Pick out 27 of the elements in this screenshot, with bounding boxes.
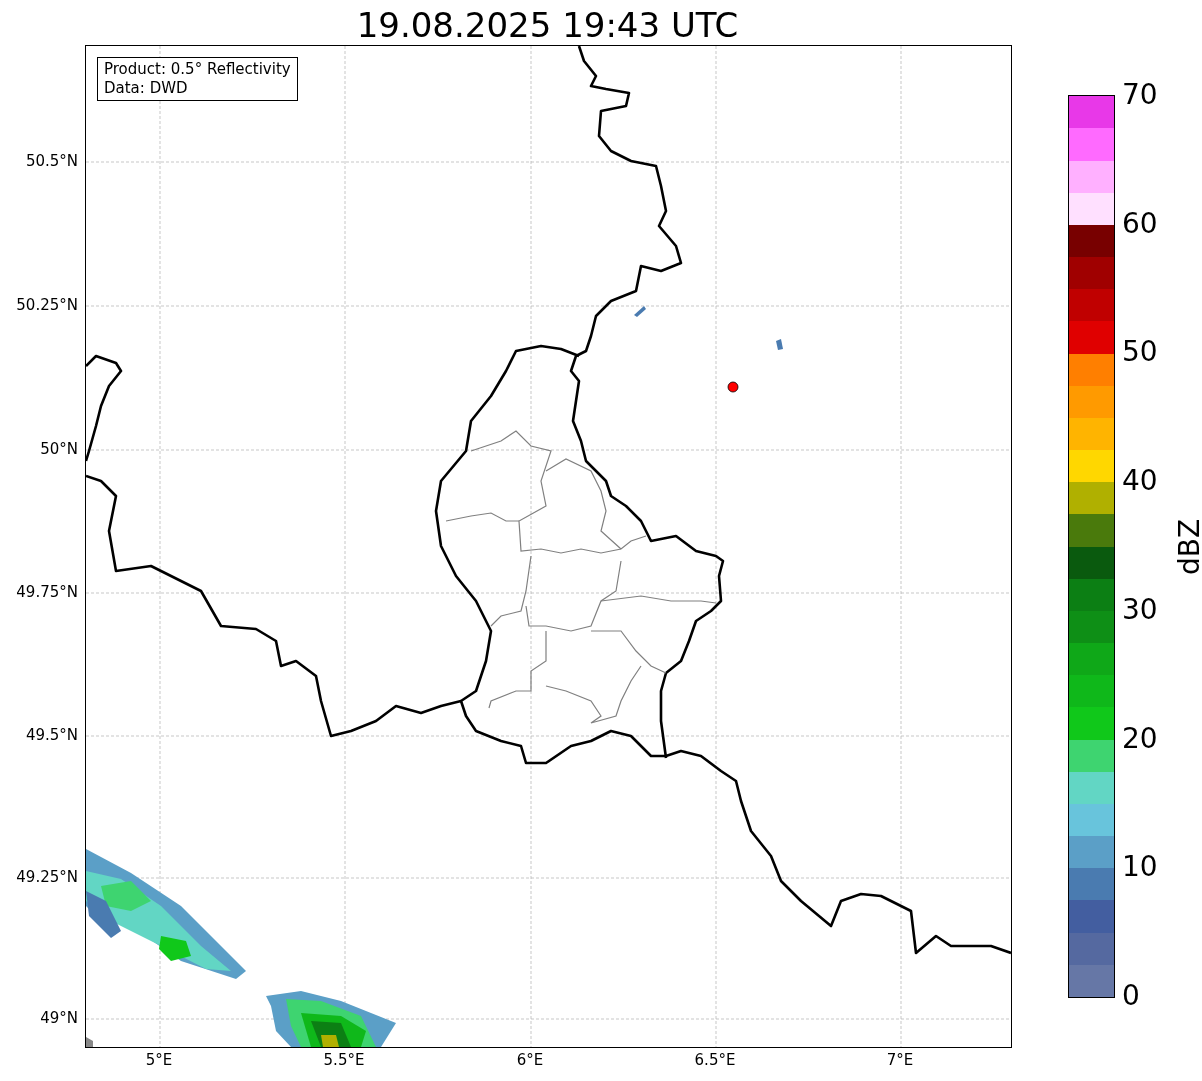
chart-title: 19.08.2025 19:43 UTC (355, 4, 740, 46)
colorbar-tick-label: 10 (1122, 851, 1158, 884)
axis-tick-label: 6°E (515, 1051, 545, 1069)
colorbar-label: dBZ (1173, 518, 1202, 576)
axis-tick-label: 50.5°N (25, 152, 78, 170)
colorbar-tick-label: 70 (1122, 79, 1158, 111)
radar-echo-speck (776, 339, 783, 350)
axis-tick-label: 49°N (40, 1009, 78, 1027)
colorbar-tick-label: 60 (1122, 207, 1158, 240)
colorbar-tick-label: 40 (1122, 465, 1158, 498)
axis-tick-label: 50°N (40, 440, 78, 458)
axis-tick-label: 5°E (144, 1051, 174, 1069)
colorbar-tick-label: 50 (1122, 336, 1158, 369)
axis-tick-label: 49.25°N (16, 868, 78, 886)
axis-tick-label: 49.75°N (16, 583, 78, 601)
axis-tick-label: 5.5°E (322, 1051, 366, 1069)
location-marker (727, 381, 739, 393)
colorbar-tick-label: 30 (1122, 593, 1158, 626)
legend-text: Data: DWD (104, 79, 189, 98)
colorbar-tick-label: 20 (1122, 722, 1158, 755)
radar-echo-speck (634, 306, 646, 317)
axis-tick-label: 50.25°N (16, 296, 78, 314)
axis-tick-label: 7°E (885, 1051, 915, 1069)
axis-tick-label: 49.5°N (25, 726, 78, 744)
axis-tick-label: 6.5°E (693, 1051, 737, 1069)
colorbar-tick-label: 0 (1122, 980, 1140, 1012)
legend-text: Product: 0.5° Reflectivity (104, 60, 291, 79)
